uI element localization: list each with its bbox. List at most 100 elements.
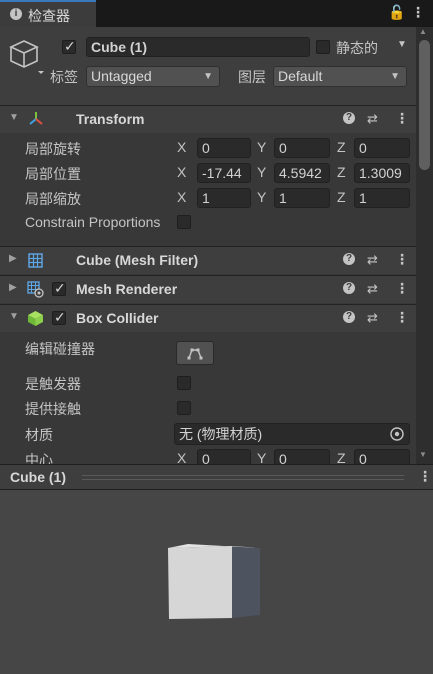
rotation-x-input[interactable]: 0 xyxy=(197,138,251,158)
axis-x-label[interactable]: X xyxy=(177,164,186,180)
axis-y-label[interactable]: Y xyxy=(257,189,266,205)
constrain-proportions-label: Constrain Proportions xyxy=(25,214,161,230)
more-icon[interactable]: ⋮ xyxy=(395,280,409,297)
material-label: 材质 xyxy=(25,427,53,443)
scale-z-input[interactable]: 1 xyxy=(354,188,410,208)
object-picker-icon[interactable] xyxy=(389,426,405,442)
mesh-renderer-enabled-checkbox[interactable] xyxy=(52,280,66,297)
edit-collider-label: 编辑碰撞器 xyxy=(25,341,95,357)
axis-y-label[interactable]: Y xyxy=(257,164,266,180)
tab-inspector[interactable]: i 检查器 xyxy=(0,0,96,27)
provides-contacts-label: 提供接触 xyxy=(25,401,81,417)
axis-z-label[interactable]: Z xyxy=(337,139,346,155)
mesh-filter-header[interactable]: ▶ Cube (Mesh Filter) ? ⇄ ⋮ xyxy=(0,246,416,274)
more-icon[interactable]: ⋮ xyxy=(418,468,432,485)
center-z-input[interactable]: 0 xyxy=(354,449,410,464)
active-checkbox[interactable] xyxy=(62,38,76,55)
edit-collider-button[interactable] xyxy=(176,341,214,365)
more-icon[interactable]: ⋮ xyxy=(395,309,409,326)
local-rotation-label: 局部旋转 xyxy=(25,141,81,157)
mesh-renderer-title: Mesh Renderer xyxy=(76,281,178,297)
mesh-renderer-icon xyxy=(27,281,44,298)
transform-header[interactable]: ▼ Transform ? ⇄ ⋮ xyxy=(0,105,416,133)
tab-label: 检查器 xyxy=(28,8,70,24)
tab-bar: i 检查器 🔓 ⋮ xyxy=(0,0,433,27)
axis-x-label[interactable]: X xyxy=(177,450,186,464)
material-field[interactable]: 无 (物理材质) xyxy=(174,423,410,445)
preview-viewport[interactable] xyxy=(0,490,433,674)
axis-z-label[interactable]: Z xyxy=(337,189,346,205)
tag-dropdown[interactable]: Untagged ▼ xyxy=(86,66,220,87)
lock-icon[interactable]: 🔓 xyxy=(388,4,405,21)
layer-dropdown[interactable]: Default ▼ xyxy=(273,66,407,87)
scale-x-input[interactable]: 1 xyxy=(197,188,251,208)
axis-y-label[interactable]: Y xyxy=(257,450,266,464)
preview-header[interactable]: Cube (1) ⋮ xyxy=(0,464,433,490)
presets-icon[interactable]: ⇄ xyxy=(367,252,378,268)
rotation-y-input[interactable]: 0 xyxy=(274,138,330,158)
center-row: 中心 X 0 Y 0 Z 0 xyxy=(0,448,416,464)
presets-icon[interactable]: ⇄ xyxy=(367,310,378,326)
fold-down-icon[interactable]: ▼ xyxy=(9,112,19,123)
center-label: 中心 xyxy=(25,452,53,464)
gameobject-icon[interactable] xyxy=(8,38,44,74)
provides-contacts-checkbox[interactable] xyxy=(177,401,191,415)
mesh-filter-title: Cube (Mesh Filter) xyxy=(76,252,199,268)
help-icon[interactable]: ? xyxy=(343,311,355,323)
fold-down-icon[interactable]: ▼ xyxy=(9,311,19,322)
axis-z-label[interactable]: Z xyxy=(337,450,346,464)
axis-z-label[interactable]: Z xyxy=(337,164,346,180)
center-y-input[interactable]: 0 xyxy=(274,449,330,464)
transform-icon xyxy=(29,112,43,125)
fold-right-icon[interactable]: ▶ xyxy=(9,253,17,264)
layer-value: Default xyxy=(278,68,323,84)
scroll-up-icon[interactable]: ▲ xyxy=(419,27,427,36)
center-x-input[interactable]: 0 xyxy=(197,449,251,464)
presets-icon[interactable]: ⇄ xyxy=(367,111,378,127)
scrollbar-thumb[interactable] xyxy=(419,40,430,170)
box-collider-icon xyxy=(28,311,43,326)
cube-preview xyxy=(168,544,260,619)
preview-title: Cube (1) xyxy=(10,469,66,485)
box-collider-header[interactable]: ▼ Box Collider ? ⇄ ⋮ xyxy=(0,304,416,332)
axis-x-label[interactable]: X xyxy=(177,139,186,155)
more-icon[interactable]: ⋮ xyxy=(395,110,409,127)
local-position-label: 局部位置 xyxy=(25,166,81,182)
help-icon[interactable]: ? xyxy=(343,282,355,294)
transform-title: Transform xyxy=(76,111,145,127)
local-scale-label: 局部缩放 xyxy=(25,191,81,207)
position-y-input[interactable]: 4.5942 xyxy=(274,163,330,183)
object-header: Cube (1) 静态的 ▼ 标签 Untagged ▼ 图层 Default … xyxy=(0,27,416,106)
info-icon: i xyxy=(10,8,22,20)
tag-label: 标签 xyxy=(50,69,78,85)
presets-icon[interactable]: ⇄ xyxy=(367,281,378,297)
static-dropdown-icon[interactable]: ▼ xyxy=(397,39,407,50)
position-x-input[interactable]: -17.44 xyxy=(197,163,251,183)
scale-y-input[interactable]: 1 xyxy=(274,188,330,208)
axis-y-label[interactable]: Y xyxy=(257,139,266,155)
edit-collider-icon xyxy=(187,348,203,360)
mesh-filter-icon xyxy=(28,253,43,268)
more-icon[interactable]: ⋮ xyxy=(395,251,409,268)
layer-label: 图层 xyxy=(238,69,266,85)
box-collider-title: Box Collider xyxy=(76,310,159,326)
is-trigger-checkbox[interactable] xyxy=(177,376,191,390)
box-collider-enabled-checkbox[interactable] xyxy=(52,309,66,326)
more-icon[interactable]: ⋮ xyxy=(411,4,425,21)
is-trigger-label: 是触发器 xyxy=(25,376,81,392)
fold-right-icon[interactable]: ▶ xyxy=(9,282,17,293)
tag-value: Untagged xyxy=(91,68,152,84)
help-icon[interactable]: ? xyxy=(343,112,355,124)
chevron-down-icon: ▼ xyxy=(390,71,400,82)
mesh-renderer-header[interactable]: ▶ Mesh Renderer ? ⇄ ⋮ xyxy=(0,275,416,303)
help-icon[interactable]: ? xyxy=(343,253,355,265)
axis-x-label[interactable]: X xyxy=(177,189,186,205)
chevron-down-icon: ▼ xyxy=(203,71,213,82)
name-input[interactable]: Cube (1) xyxy=(86,37,310,57)
scroll-down-icon[interactable]: ▼ xyxy=(419,450,427,459)
static-checkbox[interactable] xyxy=(316,40,330,54)
drag-handle[interactable] xyxy=(82,475,404,480)
constrain-proportions-checkbox[interactable] xyxy=(177,215,191,229)
position-z-input[interactable]: 1.3009 xyxy=(354,163,410,183)
rotation-z-input[interactable]: 0 xyxy=(354,138,410,158)
